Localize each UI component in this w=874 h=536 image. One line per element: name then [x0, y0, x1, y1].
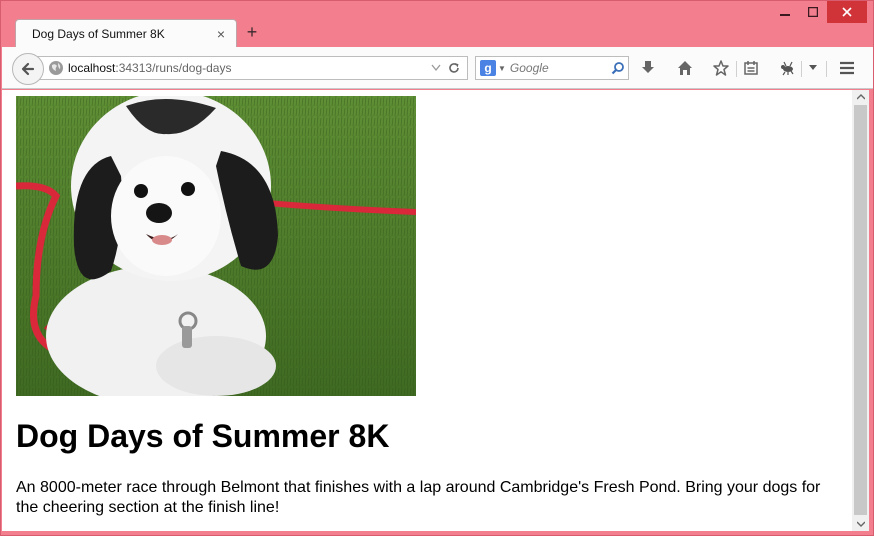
new-tab-button[interactable]: + — [244, 23, 260, 41]
page-title: Dog Days of Summer 8K — [16, 418, 390, 454]
home-button[interactable] — [673, 57, 697, 79]
home-icon — [678, 61, 692, 75]
chevron-up-icon — [856, 94, 865, 100]
chevron-down-icon — [856, 521, 865, 527]
menu-icon — [840, 61, 854, 75]
menu-button[interactable] — [835, 57, 859, 79]
url-path: :34313/runs/dog-days — [115, 61, 232, 75]
bookmark-star-icon — [713, 60, 729, 76]
url-host: localhost — [68, 61, 116, 75]
scroll-thumb[interactable] — [854, 105, 867, 515]
globe-icon — [49, 61, 63, 75]
search-icon[interactable] — [608, 61, 628, 75]
chevron-down-icon — [809, 65, 817, 70]
scroll-up-button[interactable] — [852, 90, 869, 104]
dog-photo — [16, 96, 416, 396]
bookmark-button[interactable] — [709, 57, 733, 79]
navigation-toolbar: localhost:34313/runs/dog-days g ▼ Google — [2, 47, 873, 89]
tab-strip: Dog Days of Summer 8K × + — [1, 15, 874, 47]
tab-dog-days[interactable]: Dog Days of Summer 8K × — [15, 19, 237, 47]
download-button[interactable] — [636, 57, 660, 79]
toolbar-separator — [736, 61, 737, 77]
reload-icon[interactable] — [447, 61, 461, 75]
extension-dropdown-button[interactable] — [801, 57, 825, 79]
extension-button[interactable] — [775, 57, 799, 79]
extension-icon — [781, 61, 794, 76]
dropdown-arrow-icon[interactable] — [431, 64, 441, 72]
engine-dropdown-icon[interactable]: ▼ — [498, 64, 506, 73]
back-arrow-icon — [21, 62, 35, 76]
search-input[interactable]: Google — [510, 61, 608, 75]
race-description: An 8000-meter race through Belmont that … — [16, 479, 821, 516]
download-icon — [642, 61, 654, 73]
toolbar-separator — [826, 61, 827, 77]
reading-list-button[interactable] — [739, 57, 763, 79]
reading-list-icon — [744, 61, 758, 75]
url-bar[interactable]: localhost:34313/runs/dog-days — [36, 56, 468, 80]
browser-window: Dog Days of Summer 8K × + localhost:3431… — [0, 0, 874, 536]
back-button[interactable] — [12, 53, 44, 85]
vertical-scrollbar[interactable] — [852, 90, 869, 531]
scroll-down-button[interactable] — [852, 517, 869, 531]
google-engine-icon[interactable]: g — [480, 60, 496, 76]
search-bar[interactable]: g ▼ Google — [475, 56, 629, 80]
url-text: localhost:34313/runs/dog-days — [68, 61, 431, 75]
tab-close-icon[interactable]: × — [214, 26, 228, 42]
page-content: Dog Days of Summer 8K An 8000-meter race… — [2, 90, 852, 531]
tab-title: Dog Days of Summer 8K — [32, 26, 165, 41]
